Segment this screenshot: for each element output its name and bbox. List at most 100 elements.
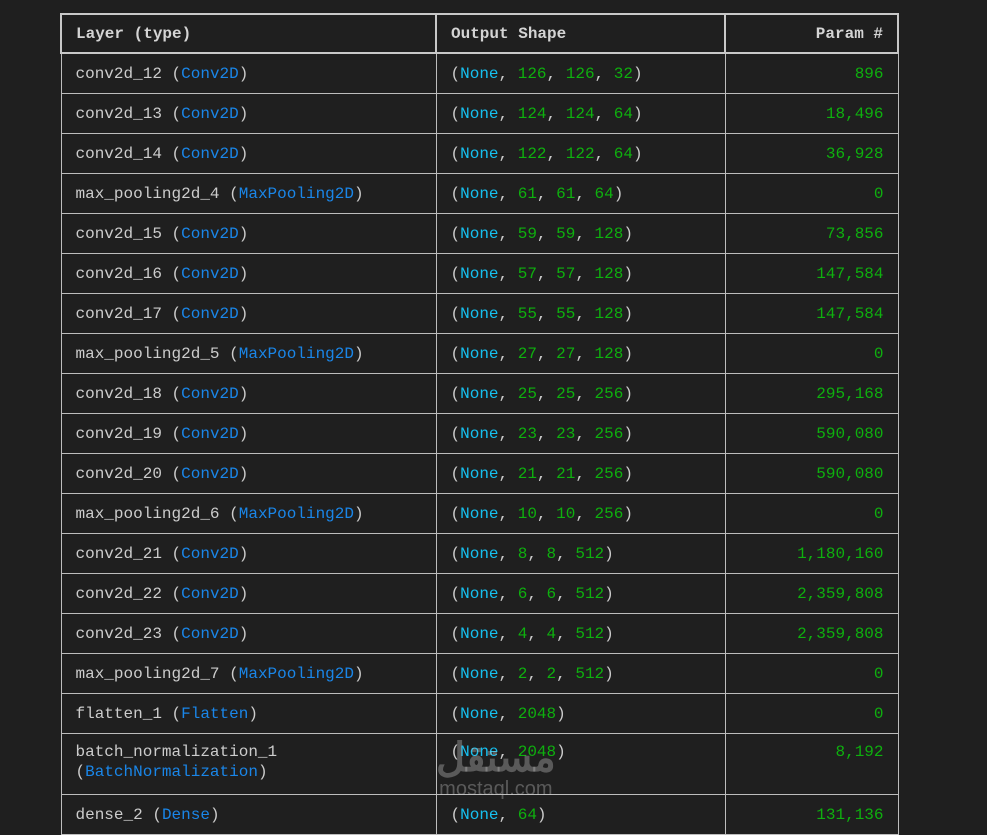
output-shape-cell: (None, 126, 126, 32)	[435, 52, 726, 94]
shape-dim: 2048	[517, 704, 557, 723]
shape-dim: 61	[556, 184, 576, 203]
layer-cell: conv2d_16 (Conv2D)	[60, 253, 437, 294]
layer-cell: batch_normalization_1 (BatchNormalization…	[60, 733, 437, 795]
shape-dim: 128	[594, 344, 624, 363]
layer-type: Conv2D	[181, 64, 239, 83]
shape-dim: None	[460, 464, 499, 483]
shape-dim: 64	[613, 104, 633, 123]
shape-dim: 57	[556, 264, 576, 283]
shape-dim: 512	[575, 584, 605, 603]
shape-dim: 4	[546, 624, 557, 643]
layer-name: conv2d_23	[75, 624, 162, 643]
shape-dim: 64	[594, 184, 614, 203]
layer-cell: max_pooling2d_6 (MaxPooling2D)	[60, 493, 437, 534]
model-summary-table: Layer (type) Output Shape Param # conv2d…	[60, 13, 899, 835]
layer-type: Conv2D	[181, 224, 239, 243]
table-row: conv2d_15 (Conv2D) (None, 59, 59, 128) 73,…	[60, 213, 899, 254]
shape-dim: 122	[517, 144, 547, 163]
output-shape-cell: (None, 124, 124, 64)	[435, 93, 726, 134]
shape-dim: None	[460, 805, 499, 824]
table-row: conv2d_23 (Conv2D) (None, 4, 4, 512) 2,359…	[60, 613, 899, 654]
shape-dim: 21	[517, 464, 537, 483]
shape-dim: 2	[517, 664, 528, 683]
shape-dim: 2	[546, 664, 557, 683]
param-count: 295,168	[816, 384, 884, 403]
shape-dim: None	[460, 64, 499, 83]
shape-dim: 256	[594, 384, 624, 403]
layer-cell: flatten_1 (Flatten)	[60, 693, 437, 734]
layer-name: conv2d_17	[75, 304, 162, 323]
shape-dim: 256	[594, 464, 624, 483]
table-row: max_pooling2d_4 (MaxPooling2D) (None, 61,…	[60, 173, 899, 214]
layer-type: Conv2D	[181, 584, 239, 603]
header-output-shape: Output Shape	[435, 13, 726, 54]
table-row: conv2d_13 (Conv2D) (None, 124, 124, 64) 18…	[60, 93, 899, 134]
param-count: 73,856	[825, 224, 884, 243]
param-count-cell: 0	[724, 693, 899, 734]
param-count-cell: 73,856	[724, 213, 899, 254]
layer-name: conv2d_21	[75, 544, 162, 563]
shape-dim: 512	[575, 544, 605, 563]
param-count-cell: 590,080	[724, 453, 899, 494]
cell-ellipsis: ···	[8, 0, 30, 6]
param-count: 131,136	[816, 805, 884, 824]
param-count-cell: 18,496	[724, 93, 899, 134]
shape-dim: 124	[565, 104, 595, 123]
shape-dim: None	[460, 144, 499, 163]
layer-cell: conv2d_22 (Conv2D)	[60, 573, 437, 614]
layer-cell: conv2d_12 (Conv2D)	[60, 52, 437, 94]
layer-cell: dense_2 (Dense)	[60, 794, 437, 835]
table-row: conv2d_14 (Conv2D) (None, 122, 122, 64) 36…	[60, 133, 899, 174]
table-row: flatten_1 (Flatten) (None, 2048) 0	[60, 693, 899, 734]
layer-cell: max_pooling2d_7 (MaxPooling2D)	[60, 653, 437, 694]
layer-cell: conv2d_19 (Conv2D)	[60, 413, 437, 454]
layer-cell: conv2d_18 (Conv2D)	[60, 373, 437, 414]
shape-dim: 55	[517, 304, 537, 323]
param-count-cell: 131,136	[724, 794, 899, 835]
shape-dim: 27	[556, 344, 576, 363]
param-count-cell: 0	[724, 333, 899, 374]
shape-dim: 23	[556, 424, 576, 443]
layer-name: conv2d_20	[75, 464, 162, 483]
shape-dim: 128	[594, 224, 624, 243]
shape-dim: None	[460, 184, 499, 203]
param-count: 147,584	[816, 304, 884, 323]
param-count-cell: 8,192	[724, 733, 899, 795]
shape-dim: None	[460, 264, 499, 283]
shape-dim: 61	[517, 184, 537, 203]
shape-dim: 512	[575, 664, 605, 683]
param-count-cell: 2,359,808	[724, 573, 899, 614]
layer-cell: conv2d_23 (Conv2D)	[60, 613, 437, 654]
param-count: 2,359,808	[797, 624, 884, 643]
param-count: 0	[873, 704, 884, 723]
table-row: max_pooling2d_7 (MaxPooling2D) (None, 2, …	[60, 653, 899, 694]
layer-type: Dense	[161, 805, 210, 824]
param-count-cell: 2,359,808	[724, 613, 899, 654]
shape-dim: 256	[594, 504, 624, 523]
shape-dim: 4	[517, 624, 528, 643]
shape-dim: None	[460, 224, 499, 243]
output-shape-cell: (None, 10, 10, 256)	[435, 493, 726, 534]
table-header-row: Layer (type) Output Shape Param #	[60, 13, 899, 54]
layer-name: conv2d_13	[75, 104, 162, 123]
param-count-cell: 1,180,160	[724, 533, 899, 574]
shape-dim: 25	[556, 384, 576, 403]
shape-dim: 128	[594, 304, 624, 323]
shape-dim: 128	[594, 264, 624, 283]
shape-dim: None	[460, 304, 499, 323]
output-shape-cell: (None, 23, 23, 256)	[435, 413, 726, 454]
header-layer-type: Layer (type)	[60, 13, 437, 54]
output-shape-cell: (None, 61, 61, 64)	[435, 173, 726, 214]
param-count-cell: 0	[724, 173, 899, 214]
output-shape-cell: (None, 8, 8, 512)	[435, 533, 726, 574]
shape-dim: 6	[517, 584, 528, 603]
shape-dim: None	[460, 344, 499, 363]
layer-name: conv2d_14	[75, 144, 162, 163]
shape-dim: 59	[517, 224, 537, 243]
output-shape-cell: (None, 59, 59, 128)	[435, 213, 726, 254]
table-row: conv2d_19 (Conv2D) (None, 23, 23, 256) 590…	[60, 413, 899, 454]
param-count: 8,192	[835, 743, 884, 761]
layer-name: dense_2	[75, 805, 143, 824]
layer-cell: max_pooling2d_5 (MaxPooling2D)	[60, 333, 437, 374]
layer-cell: conv2d_15 (Conv2D)	[60, 213, 437, 254]
